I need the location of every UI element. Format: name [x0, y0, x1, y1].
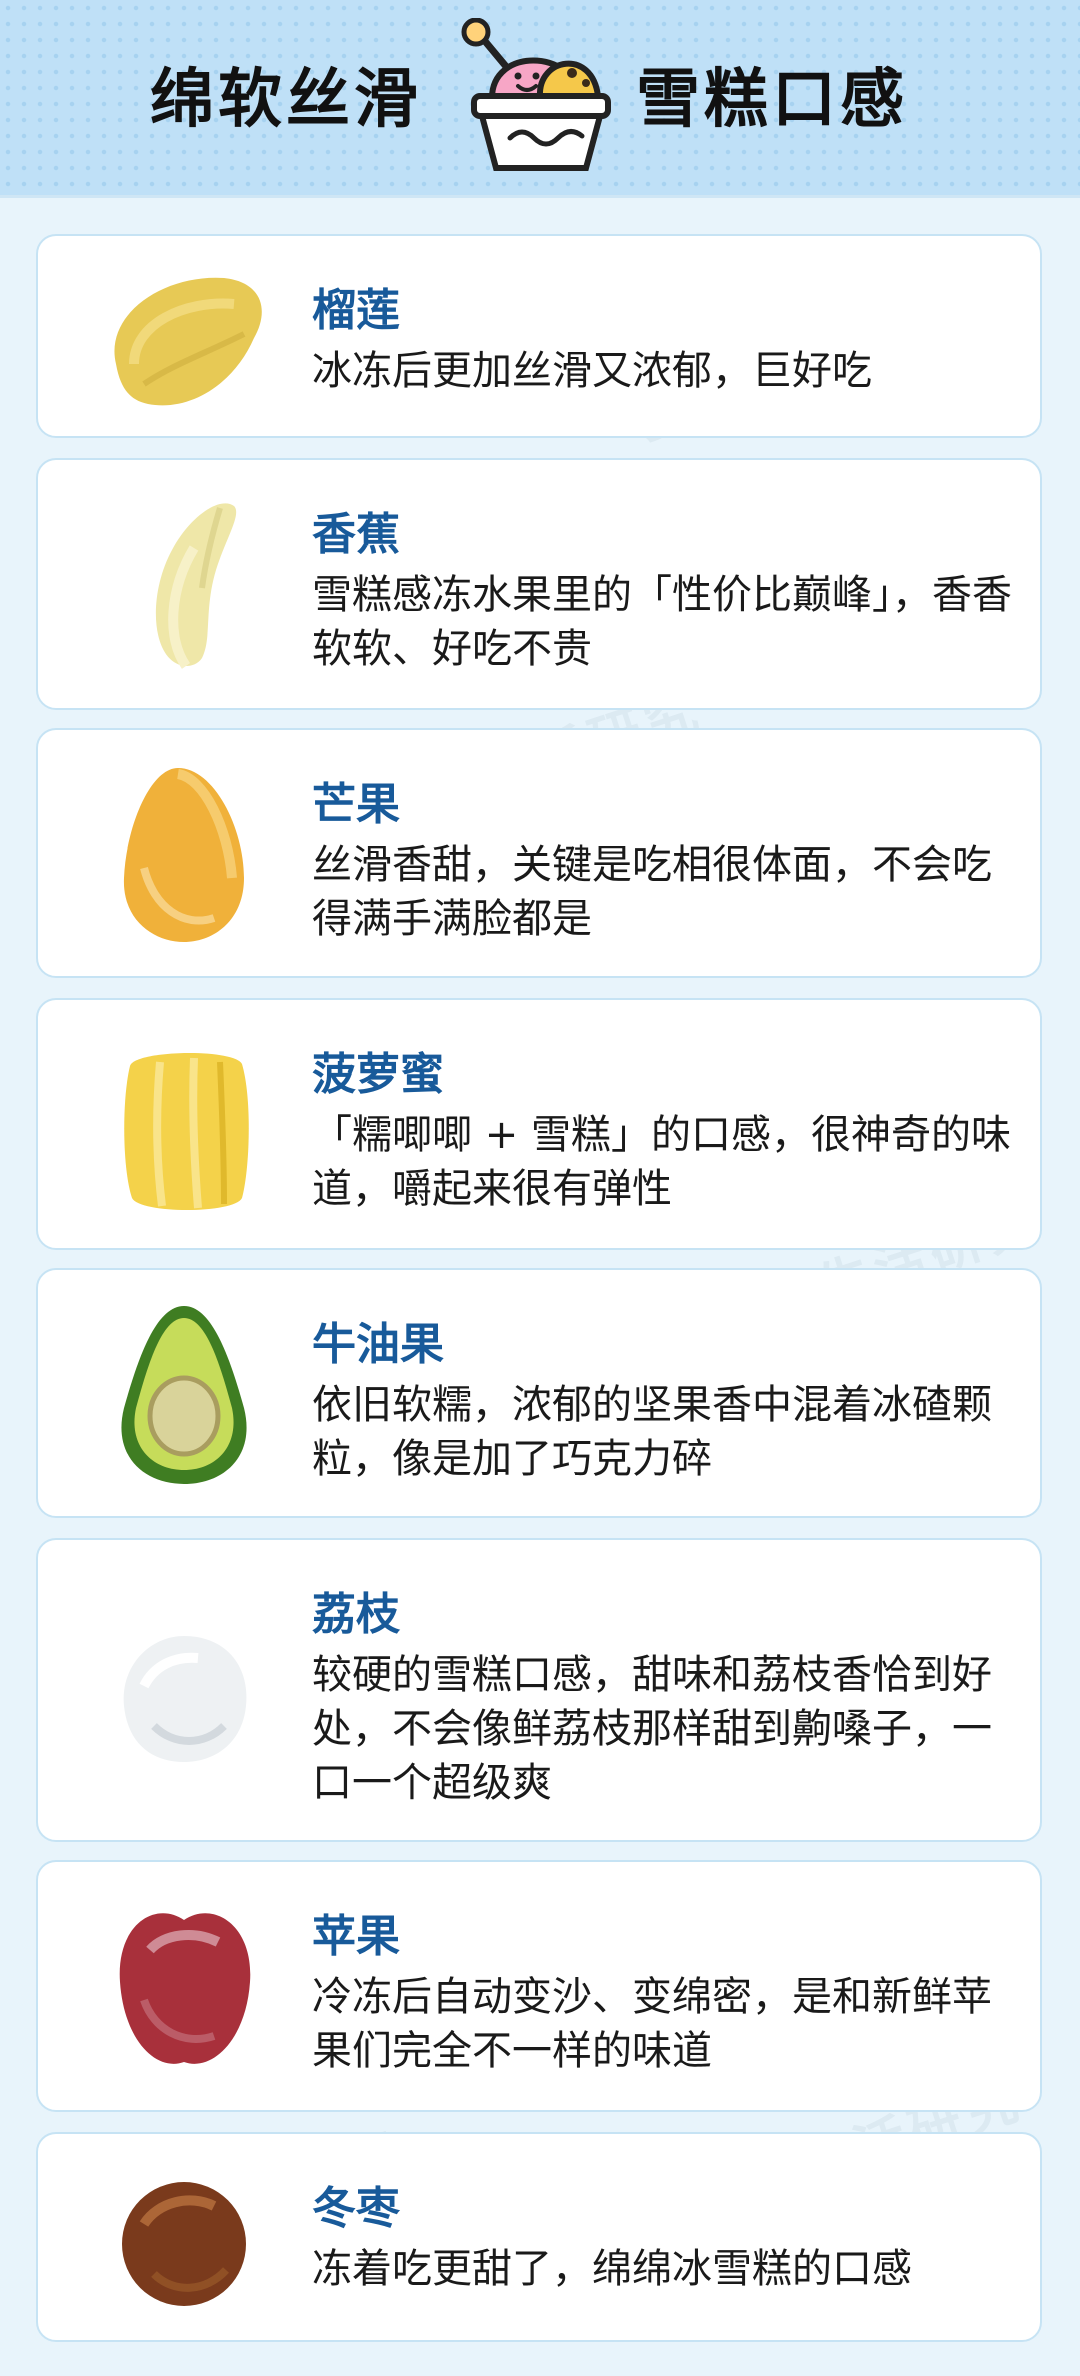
- item-name: 榴莲: [312, 285, 400, 336]
- item-name: 苹果: [312, 1911, 400, 1962]
- title-right: 雪糕口感: [636, 63, 908, 137]
- lychee-icon: [123, 1636, 247, 1762]
- item-name: 菠萝蜜: [312, 1049, 444, 1100]
- fruit-card-winter-jujube: 冬枣 冻着吃更甜了，绵绵冰雪糕的口感: [36, 2132, 1042, 2342]
- fruit-card-durian: 榴莲 冰冻后更加丝滑又浓郁，巨好吃: [36, 234, 1042, 438]
- item-name: 荔枝: [312, 1589, 400, 1640]
- item-description: 冻着吃更甜了，绵绵冰雪糕的口感: [312, 2246, 912, 2292]
- fruit-card-apple: 苹果 冷冻后自动变沙、变绵密，是和新鲜苹果们完全不一样的味道: [36, 1860, 1042, 2112]
- winter-jujube-icon: [122, 2182, 246, 2306]
- item-name: 牛油果: [312, 1319, 444, 1370]
- item-name: 冬枣: [312, 2183, 400, 2234]
- fruit-card-avocado: 牛油果 依旧软糯，浓郁的坚果香中混着冰碴颗粒，像是加了巧克力碎: [36, 1268, 1042, 1518]
- mango-icon: [123, 768, 244, 942]
- item-description: 冷冻后自动变沙、变绵密，是和新鲜苹果们完全不一样的味道: [312, 1974, 992, 2074]
- apple-icon: [119, 1913, 251, 2064]
- fruit-card-lychee: 荔枝 较硬的雪糕口感，甜味和荔枝香恰到好处，不会像鲜荔枝那样甜到齁嗓子，一口一个…: [36, 1538, 1042, 1842]
- fruit-card-jackfruit: 菠萝蜜 「糯唧唧 + 雪糕」的口感，很神奇的味道，嚼起来很有弹性: [36, 998, 1042, 1250]
- item-description: 冰冻后更加丝滑又浓郁，巨好吃: [312, 348, 872, 394]
- item-name: 香蕉: [312, 509, 400, 560]
- item-description: 较硬的雪糕口感，甜味和荔枝香恰到好处，不会像鲜荔枝那样甜到齁嗓子，一口一个超级爽: [312, 1652, 992, 1806]
- item-description: 依旧软糯，浓郁的坚果香中混着冰碴颗粒，像是加了巧克力碎: [312, 1382, 992, 1482]
- avocado-icon: [121, 1306, 247, 1484]
- title-left: 绵软丝滑: [150, 63, 422, 137]
- banana-icon: [155, 503, 237, 669]
- item-description: 丝滑香甜，关键是吃相很体面，不会吃得满手满脸都是: [312, 842, 992, 942]
- jackfruit-icon: [124, 1052, 249, 1210]
- item-name: 芒果: [312, 779, 400, 830]
- fruit-card-mango: 芒果 丝滑香甜，关键是吃相很体面，不会吃得满手满脸都是: [36, 728, 1042, 978]
- fruit-card-banana: 香蕉 雪糕感冻水果里的「性价比巅峰」，香香软软、好吃不贵: [36, 458, 1042, 710]
- ice-cream-cup-icon: [461, 18, 611, 171]
- header-banner: 绵软丝滑 雪糕口感: [0, 0, 1080, 198]
- durian-icon: [114, 277, 262, 406]
- item-description: 「糯唧唧 + 雪糕」的口感，很神奇的味道，嚼起来很有弹性: [312, 1112, 1011, 1212]
- item-description: 雪糕感冻水果里的「性价比巅峰」，香香软软、好吃不贵: [312, 572, 1012, 672]
